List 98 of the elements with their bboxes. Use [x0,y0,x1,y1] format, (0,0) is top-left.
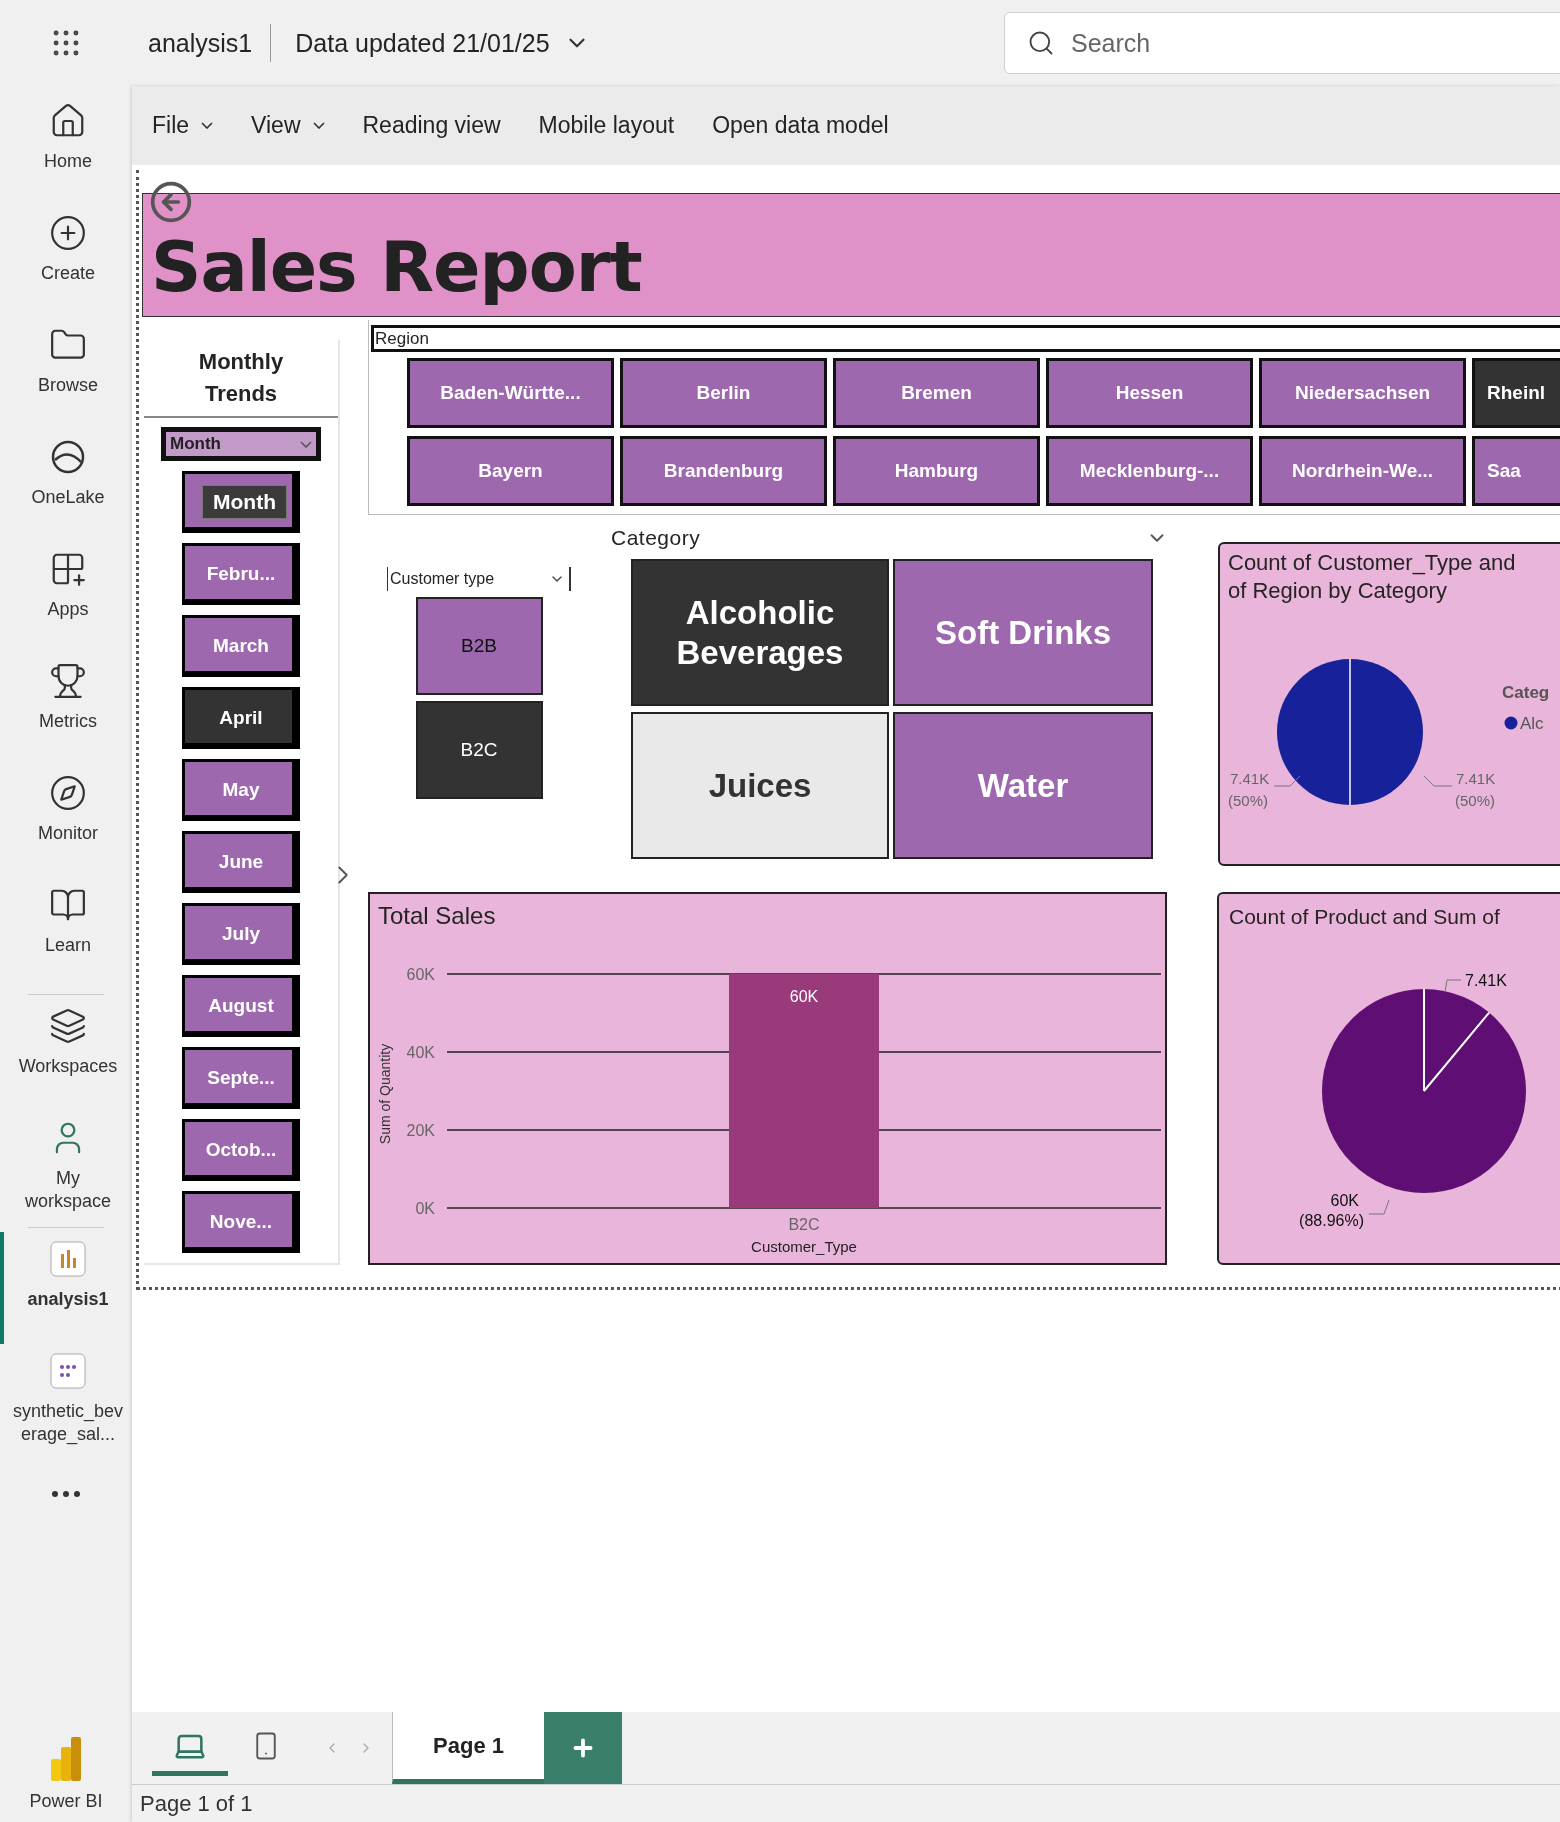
region-tile[interactable]: Bremen [833,358,1040,428]
region-tile[interactable]: Mecklenburg-... [1046,436,1253,506]
page-tab[interactable]: Page 1 [392,1712,544,1784]
report-title: Sales Report [151,226,642,308]
chart-title: Count of Customer_Type and [1228,550,1516,575]
legend-title: Categ [1502,683,1550,702]
month-tile[interactable]: Nove... [182,1191,300,1253]
legend-label: Alc [1520,714,1544,733]
tooltip: Month [202,485,287,519]
chart-title: of Region by Category [1228,578,1447,603]
category-tile[interactable]: Water [893,712,1153,859]
nav-item[interactable]: OneLake [0,430,132,542]
data-updated-label: Data updated 21/01/25 [294,28,550,58]
chart-title: Total Sales [378,902,496,929]
dropdown[interactable]: Month [161,427,321,461]
data-label: 60K [1330,1192,1359,1209]
axis-tick-label: 40K [406,1044,435,1061]
axis-tick-label: B2C [788,1216,820,1233]
slicer-header: Customer type [390,570,495,588]
nav-item[interactable]: My workspace [0,1111,132,1223]
nav-item[interactable]: Power BI [0,1735,132,1822]
chevron-down-icon [300,440,312,448]
month-tile[interactable]: August [182,975,300,1037]
month-tile[interactable]: Febru... [182,543,300,605]
bar-chart-logo-icon [49,1735,83,1783]
month-tile[interactable]: April [182,687,300,749]
search-box[interactable]: Search [1004,12,1560,74]
data-label: 7.41K [1465,972,1507,989]
region-tile[interactable]: Hessen [1046,358,1253,428]
region-tile[interactable]: Berlin [620,358,827,428]
month-tile[interactable]: March [182,615,300,677]
data-label: (88.96%) [1299,1212,1364,1229]
region-tile[interactable]: Baden-Württe... [407,358,614,428]
nav-item[interactable]: Apps [0,542,132,654]
axis-title: Customer_Type [751,1238,857,1255]
region-tile[interactable]: Rheinl [1472,358,1560,428]
month-tile[interactable]: May [182,759,300,821]
nav-item[interactable]: Home [0,94,132,206]
region-tile[interactable]: Saa [1472,436,1560,506]
chart-title: Count of Product and Sum of [1229,905,1500,928]
month-tile[interactable]: Octob... [182,1119,300,1181]
back-icon[interactable] [149,180,193,224]
category-tile[interactable]: Soft Drinks [893,559,1153,706]
region-tile[interactable]: Nordrhein-We... [1259,436,1466,506]
data-label: (50%) [1228,792,1268,809]
menu-item[interactable]: View [251,112,325,139]
nav-item[interactable]: Monitor [0,766,132,878]
trophy-icon [49,662,87,700]
add-page-button[interactable] [544,1712,622,1784]
workspaces-icon [49,1007,87,1045]
search-field[interactable]: Search [1069,27,1469,59]
region-tile[interactable]: Hamburg [833,436,1040,506]
plus-circle-icon [49,214,87,252]
month-tile[interactable]: Month [182,471,300,533]
report-name: analysis1 [132,24,272,62]
nav-item[interactable]: Learn [0,878,132,990]
menu-item[interactable]: Open data model [712,112,889,139]
leader-line [1423,775,1453,787]
nav-item[interactable]: Metrics [0,654,132,766]
month-tile[interactable]: June [182,831,300,893]
menu-item[interactable]: Mobile layout [538,112,675,139]
model-icon [49,1352,87,1390]
axis-title: Sum of Quantity [377,1043,393,1145]
nav-item[interactable]: synthetic_beverage_sal... [0,1344,132,1456]
category-tile[interactable]: Alcoholic Beverages [631,559,889,706]
axis-tick-label: 60K [406,966,435,983]
region-tile[interactable]: Brandenburg [620,436,827,506]
axis-tick-label: 0K [415,1200,435,1217]
nav-item[interactable]: Browse [0,318,132,430]
leader-line [1273,775,1301,787]
lake-icon [49,438,87,476]
region-tile[interactable]: Niedersachsen [1259,358,1466,428]
month-tile[interactable]: Septe... [182,1047,300,1109]
chevron-down-icon [201,122,214,129]
customer-type-tile[interactable]: B2B [415,597,543,695]
category-tile[interactable]: Juices [631,712,889,859]
compass-icon [49,774,87,812]
customer-type-tile[interactable]: B2C [415,701,543,799]
month-tile[interactable]: July [182,903,300,965]
data-label: (50%) [1455,792,1495,809]
leader-line [1368,1199,1390,1215]
menu-item[interactable]: Reading view [362,112,501,139]
leader-line [1444,979,1462,993]
status-bar: Page 1 of 1 [132,1784,1560,1822]
report-icon [49,1240,87,1278]
menu-item[interactable]: File [152,112,214,139]
region-tile[interactable]: Bayern [407,436,614,506]
panel-title: Monthly Trends [197,348,285,408]
axis-tick-label: 20K [406,1122,435,1139]
chevron-down-icon [312,122,325,129]
nav-item[interactable]: Workspaces [0,999,132,1111]
search-icon [1027,29,1055,57]
slicer-header: Region [371,325,1560,352]
data-label: 7.41K [1456,770,1496,787]
slicer-header: Category [611,525,701,550]
data-label: 60K [789,988,819,1005]
nav-item[interactable]: Create [0,206,132,318]
data-label: 7.41K [1230,770,1270,787]
